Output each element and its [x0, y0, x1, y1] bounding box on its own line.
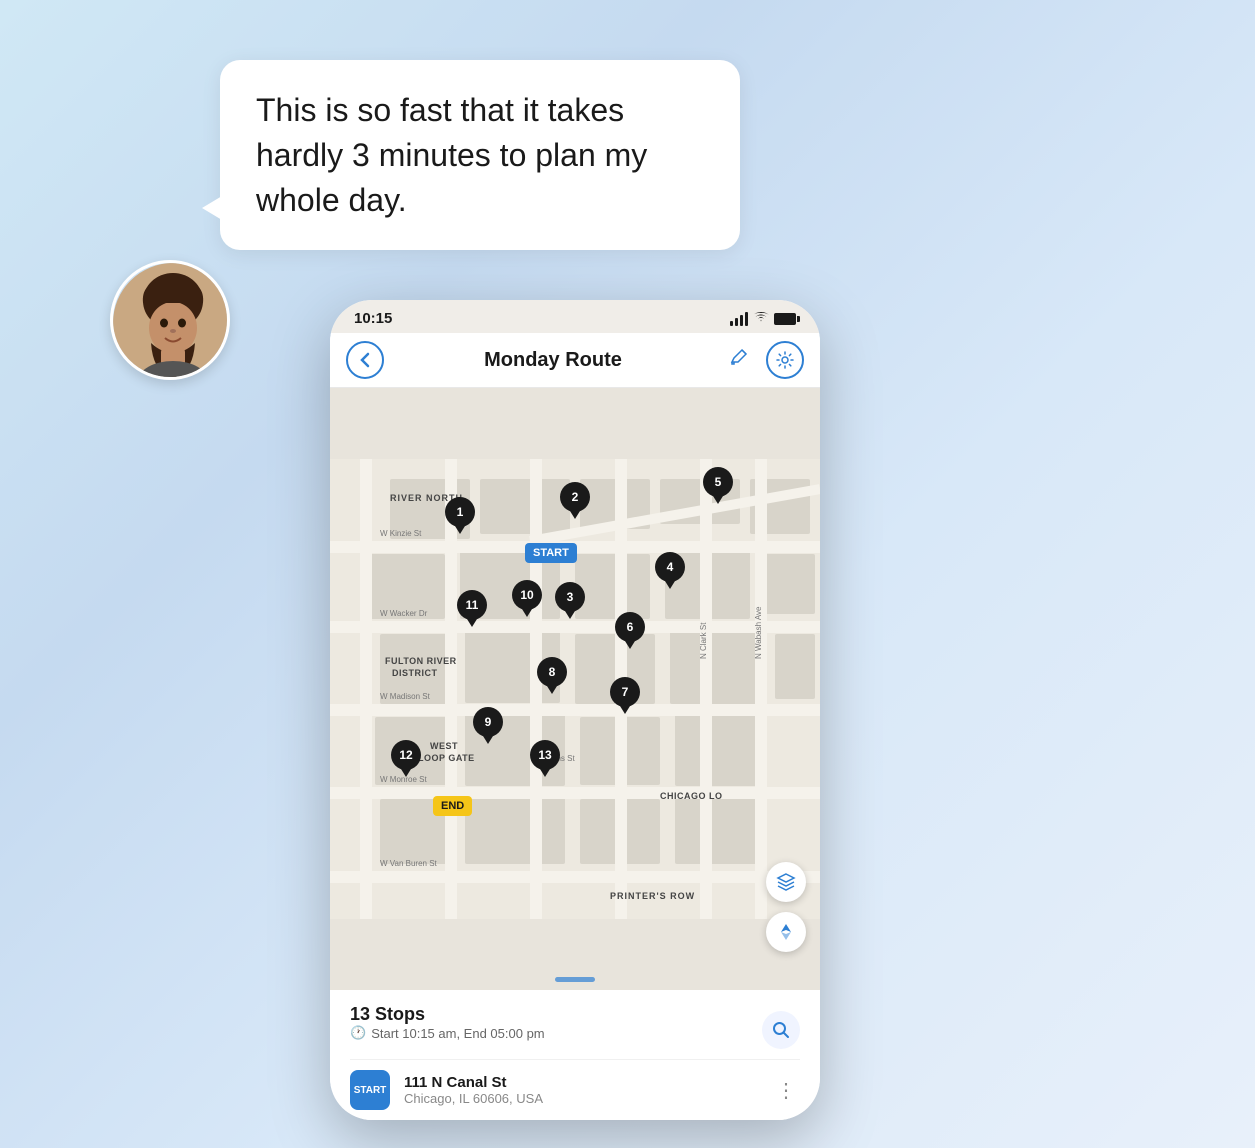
- stop-name: 111 N Canal St: [404, 1074, 758, 1091]
- signal-icon: [730, 312, 748, 326]
- end-marker: END: [433, 796, 472, 816]
- map-pin-1[interactable]: 1: [445, 497, 475, 533]
- svg-text:N Clark St: N Clark St: [699, 622, 708, 659]
- svg-text:CHICAGO LO: CHICAGO LO: [660, 791, 723, 801]
- map-pin-7[interactable]: 7: [610, 677, 640, 713]
- svg-text:DISTRICT: DISTRICT: [392, 668, 438, 678]
- edit-button[interactable]: [722, 344, 756, 376]
- wifi-icon: [753, 311, 769, 326]
- status-icons: [730, 311, 796, 326]
- stops-header: 13 Stops 🕐 Start 10:15 am, End 05:00 pm: [350, 1004, 800, 1055]
- svg-text:WEST: WEST: [430, 741, 458, 751]
- map-area[interactable]: W Kinzie St W Wacker Dr W Madison St W M…: [330, 388, 820, 990]
- stops-time: 🕐 Start 10:15 am, End 05:00 pm: [350, 1025, 545, 1041]
- svg-text:N Wabash Ave: N Wabash Ave: [754, 606, 763, 659]
- route-title: Monday Route: [394, 349, 712, 372]
- avatar: [110, 260, 230, 380]
- map-layer-button[interactable]: [766, 862, 806, 902]
- svg-text:W Madison St: W Madison St: [380, 692, 431, 701]
- drag-handle[interactable]: [555, 977, 595, 982]
- phone-frame: 10:15 Mond: [330, 300, 820, 1120]
- map-background: W Kinzie St W Wacker Dr W Madison St W M…: [330, 388, 820, 990]
- map-pin-11[interactable]: 11: [457, 590, 487, 626]
- svg-text:W Kinzie St: W Kinzie St: [380, 529, 422, 538]
- map-pin-3[interactable]: 3: [555, 582, 585, 618]
- stop-info: 111 N Canal St Chicago, IL 60606, USA: [404, 1074, 758, 1106]
- search-button[interactable]: [762, 1011, 800, 1049]
- stop-address: Chicago, IL 60606, USA: [404, 1091, 758, 1106]
- avatar-image: [113, 263, 230, 380]
- svg-text:PRINTER'S ROW: PRINTER'S ROW: [610, 891, 695, 901]
- map-pin-5[interactable]: 5: [703, 467, 733, 503]
- stops-count: 13 Stops: [350, 1004, 545, 1025]
- svg-text:W Van Buren St: W Van Buren St: [380, 859, 438, 868]
- location-button[interactable]: [766, 912, 806, 952]
- map-pin-13[interactable]: 13: [530, 740, 560, 776]
- map-pin-12[interactable]: 12: [391, 740, 421, 776]
- start-marker: START: [525, 543, 577, 563]
- stop-more-button[interactable]: ⋮: [772, 1074, 800, 1107]
- stop-item-start[interactable]: START 111 N Canal St Chicago, IL 60606, …: [350, 1059, 800, 1120]
- clock-icon: 🕐: [350, 1025, 366, 1041]
- map-pin-4[interactable]: 4: [655, 552, 685, 588]
- status-bar: 10:15: [330, 300, 820, 333]
- map-pin-10[interactable]: 10: [512, 580, 542, 616]
- svg-text:W Wacker Dr: W Wacker Dr: [380, 609, 428, 618]
- chat-bubble: This is so fast that it takes hardly 3 m…: [220, 60, 740, 250]
- map-pin-8[interactable]: 8: [537, 657, 567, 693]
- map-pin-9[interactable]: 9: [473, 707, 503, 743]
- svg-text:FULTON RIVER: FULTON RIVER: [385, 656, 457, 666]
- bottom-panel: 13 Stops 🕐 Start 10:15 am, End 05:00 pm …: [330, 990, 820, 1120]
- stop-start-badge: START: [350, 1070, 390, 1110]
- map-pin-6[interactable]: 6: [615, 612, 645, 648]
- back-button[interactable]: [346, 341, 384, 379]
- nav-bar: Monday Route: [330, 333, 820, 388]
- settings-button[interactable]: [766, 341, 804, 379]
- svg-text:LOOP GATE: LOOP GATE: [418, 753, 475, 763]
- status-time: 10:15: [354, 310, 392, 327]
- chat-bubble-text: This is so fast that it takes hardly 3 m…: [256, 92, 647, 218]
- battery-icon: [774, 313, 796, 325]
- map-pin-2[interactable]: 2: [560, 482, 590, 518]
